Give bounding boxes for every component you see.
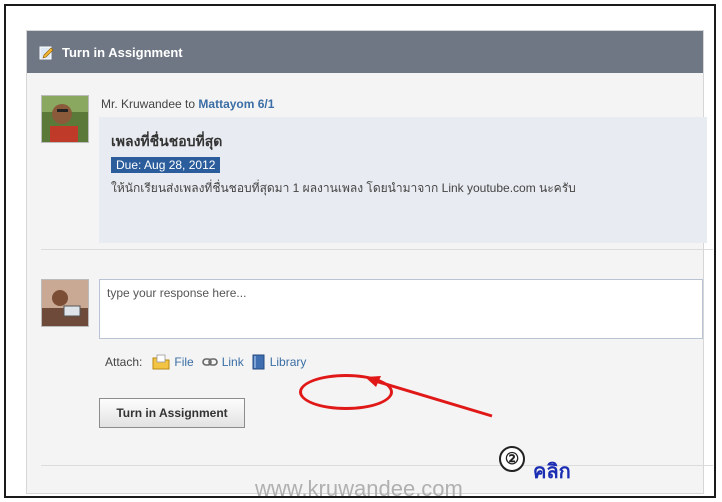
author-name: Mr. Kruwandee (101, 97, 182, 111)
attach-link-button[interactable]: Link (201, 355, 244, 369)
attach-file-label: File (174, 355, 194, 369)
post-meta: Mr. Kruwandee to Mattayom 6/1 (101, 97, 274, 111)
student-avatar (41, 279, 89, 327)
assignment-description: ให้นักเรียนส่งเพลงที่ชื่นชอบที่สุดมา 1 ผ… (111, 181, 576, 195)
divider (41, 249, 713, 250)
panel-header: Turn in Assignment (27, 31, 703, 73)
link-icon (201, 358, 218, 366)
attach-link-label: Link (221, 355, 244, 369)
library-icon (252, 354, 265, 370)
step-number: ② (499, 446, 525, 472)
panel-title: Turn in Assignment (62, 44, 183, 60)
edit-icon (39, 45, 54, 60)
teacher-avatar (41, 95, 89, 143)
assignment-panel: Turn in Assignment Mr. Kruwandee to Matt… (26, 30, 713, 501)
attach-label: Attach: (105, 355, 143, 369)
attach-bar: Attach: File Link Library (105, 354, 314, 370)
due-badge: Due: Aug 28, 2012 (111, 157, 221, 173)
response-input[interactable]: type your response here... (99, 279, 703, 339)
to-text: to (181, 97, 199, 111)
watermark: www.kruwandee.com (255, 476, 463, 501)
assignment-post: เพลงที่ชื่นชอบที่สุด Due: Aug 28, 2012 ใ… (99, 117, 707, 243)
class-link[interactable]: Mattayom 6/1 (198, 97, 274, 111)
divider (41, 465, 713, 466)
attach-library-label: Library (269, 355, 307, 369)
highlight-circle (299, 374, 393, 410)
click-annotation: คลิก (533, 461, 571, 483)
attach-file-button[interactable]: File (152, 354, 194, 370)
file-icon (152, 354, 170, 370)
attach-library-button[interactable]: Library (252, 354, 307, 370)
turn-in-button[interactable]: Turn in Assignment (99, 398, 245, 428)
assignment-title: เพลงที่ชื่นชอบที่สุด (111, 133, 223, 149)
